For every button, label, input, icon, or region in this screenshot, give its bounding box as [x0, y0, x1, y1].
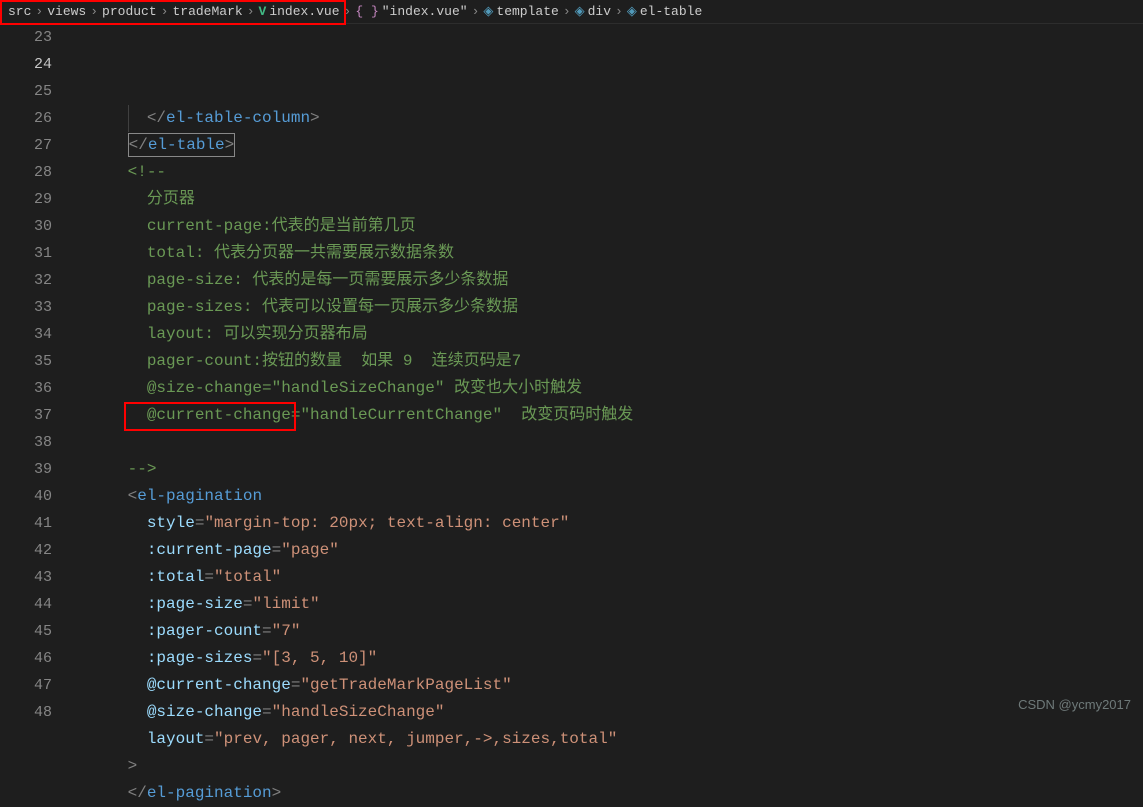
code-line[interactable]: :total="total"	[70, 564, 1143, 591]
line-number: 35	[0, 348, 52, 375]
code-line[interactable]: @current-change="getTradeMarkPageList"	[70, 672, 1143, 699]
line-number: 36	[0, 375, 52, 402]
line-number: 31	[0, 240, 52, 267]
code-area[interactable]: </el-table-column></el-table><!--分页器curr…	[70, 24, 1143, 720]
line-number: 29	[0, 186, 52, 213]
line-number: 39	[0, 456, 52, 483]
code-line[interactable]: <el-pagination	[70, 483, 1143, 510]
breadcrumb-item[interactable]: tradeMark	[172, 4, 242, 19]
code-line[interactable]: >	[70, 753, 1143, 780]
breadcrumb-item[interactable]: index.vue	[269, 4, 339, 19]
line-number: 26	[0, 105, 52, 132]
chevron-right-icon: ›	[615, 4, 623, 19]
watermark: CSDN @ycmy2017	[1018, 697, 1131, 712]
code-line[interactable]: page-sizes: 代表可以设置每一页展示多少条数据	[70, 294, 1143, 321]
code-line[interactable]: </el-table>	[70, 132, 1143, 159]
template-icon: ◈	[627, 4, 637, 19]
code-line[interactable]: :page-size="limit"	[70, 591, 1143, 618]
code-line[interactable]: :current-page="page"	[70, 537, 1143, 564]
line-number: 33	[0, 294, 52, 321]
line-number: 23	[0, 24, 52, 51]
breadcrumb-item[interactable]: src	[8, 4, 31, 19]
line-number: 44	[0, 591, 52, 618]
line-number: 42	[0, 537, 52, 564]
line-number: 38	[0, 429, 52, 456]
breadcrumb-item[interactable]: div	[588, 4, 611, 19]
line-number: 24	[0, 51, 52, 78]
code-line[interactable]: -->	[70, 456, 1143, 483]
vue-icon: V	[259, 4, 267, 19]
chevron-right-icon: ›	[161, 4, 169, 19]
code-line[interactable]: style="margin-top: 20px; text-align: cen…	[70, 510, 1143, 537]
line-number: 28	[0, 159, 52, 186]
breadcrumb-item[interactable]: "index.vue"	[382, 4, 468, 19]
line-gutter: 2324252627282930313233343536373839404142…	[0, 24, 70, 720]
chevron-right-icon: ›	[344, 4, 352, 19]
line-number: 46	[0, 645, 52, 672]
code-line[interactable]: 分页器	[70, 186, 1143, 213]
code-line[interactable]: @size-change="handleSizeChange" 改变也大小时触发	[70, 375, 1143, 402]
line-number: 47	[0, 672, 52, 699]
chevron-right-icon: ›	[563, 4, 571, 19]
line-number: 45	[0, 618, 52, 645]
code-line[interactable]: layout="prev, pager, next, jumper,->,siz…	[70, 726, 1143, 753]
code-line[interactable]	[70, 429, 1143, 456]
line-number: 34	[0, 321, 52, 348]
code-line[interactable]: pager-count:按钮的数量 如果 9 连续页码是7	[70, 348, 1143, 375]
code-line[interactable]: </el-table-column>	[70, 105, 1143, 132]
code-line[interactable]: :page-sizes="[3, 5, 10]"	[70, 645, 1143, 672]
breadcrumb-item[interactable]: template	[496, 4, 558, 19]
code-editor[interactable]: 2324252627282930313233343536373839404142…	[0, 24, 1143, 720]
breadcrumb-item[interactable]: el-table	[640, 4, 702, 19]
line-number: 43	[0, 564, 52, 591]
breadcrumb: src› views› product› tradeMark› Vindex.v…	[0, 0, 1143, 24]
code-line[interactable]: <!--	[70, 159, 1143, 186]
chevron-right-icon: ›	[472, 4, 480, 19]
line-number: 40	[0, 483, 52, 510]
line-number: 37	[0, 402, 52, 429]
code-line[interactable]: @size-change="handleSizeChange"	[70, 699, 1143, 726]
code-line[interactable]: @current-change="handleCurrentChange" 改变…	[70, 402, 1143, 429]
line-number: 32	[0, 267, 52, 294]
code-line[interactable]: current-page:代表的是当前第几页	[70, 213, 1143, 240]
template-icon: ◈	[483, 4, 493, 19]
code-line[interactable]: layout: 可以实现分页器布局	[70, 321, 1143, 348]
breadcrumb-item[interactable]: product	[102, 4, 157, 19]
line-number: 30	[0, 213, 52, 240]
code-line[interactable]: </el-pagination>	[70, 780, 1143, 807]
line-number: 48	[0, 699, 52, 726]
code-line[interactable]: page-size: 代表的是每一页需要展示多少条数据	[70, 267, 1143, 294]
breadcrumb-item[interactable]: views	[47, 4, 86, 19]
template-icon: ◈	[575, 4, 585, 19]
code-line[interactable]: total: 代表分页器一共需要展示数据条数	[70, 240, 1143, 267]
line-number: 25	[0, 78, 52, 105]
code-line[interactable]: :pager-count="7"	[70, 618, 1143, 645]
line-number: 41	[0, 510, 52, 537]
chevron-right-icon: ›	[90, 4, 98, 19]
chevron-right-icon: ›	[247, 4, 255, 19]
braces-icon: { }	[355, 4, 378, 19]
line-number: 27	[0, 132, 52, 159]
chevron-right-icon: ›	[35, 4, 43, 19]
